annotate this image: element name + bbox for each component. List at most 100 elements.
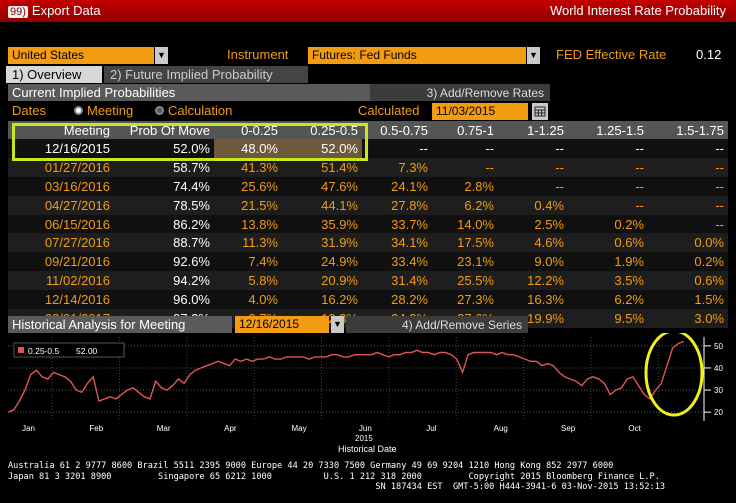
table-cell: 3.0%	[648, 309, 728, 328]
table-cell: 14.0%	[432, 214, 498, 234]
footer-line-2: Japan 81 3 3201 8900 Singapore 65 6212 1…	[8, 471, 660, 482]
table-cell: 74.4%	[114, 176, 214, 196]
table-cell: 12/14/2016	[8, 290, 114, 310]
table-cell: 4.6%	[498, 233, 568, 253]
table-cell: 25.6%	[214, 176, 282, 196]
table-cell: 03/16/2016	[8, 176, 114, 196]
function-code: 99)	[8, 6, 28, 18]
meeting-date-select[interactable]: 12/16/2015	[235, 316, 329, 333]
table-cell: --	[568, 176, 648, 196]
legend-value: 52.00	[76, 346, 98, 356]
table-row[interactable]: 06/15/2016 86.2% 13.8% 35.9% 33.7% 14.0% 2.5% 0…	[8, 214, 728, 234]
table-cell: --	[362, 139, 432, 158]
table-cell: 3.5%	[568, 271, 648, 291]
add-remove-series-button[interactable]: 4) Add/Remove Series	[346, 316, 528, 333]
table-cell: 0.6%	[568, 233, 648, 253]
table-cell: 44.1%	[282, 195, 362, 215]
calculated-date-input[interactable]: 11/03/2015	[432, 103, 528, 120]
legend-swatch	[18, 347, 24, 353]
chevron-down-icon[interactable]: ▼	[331, 316, 344, 333]
table-cell: 0.2%	[568, 214, 648, 234]
table-cell: 13.8%	[214, 214, 282, 234]
table-cell: 92.6%	[114, 252, 214, 272]
table-cell: 86.2%	[114, 214, 214, 234]
y-tick-label: 30	[714, 386, 723, 395]
table-cell: --	[568, 139, 648, 158]
table-cell: 6.2%	[432, 195, 498, 215]
table-cell: --	[432, 139, 498, 158]
table-row[interactable]: 07/27/2016 88.7% 11.3% 31.9% 34.1% 17.5% 4.6% 0…	[8, 233, 728, 253]
table-cell: 4.0%	[214, 290, 282, 310]
section-title-current: Current Implied Probabilities	[8, 84, 370, 101]
table-cell: 23.1%	[432, 252, 498, 272]
table-cell: 35.9%	[282, 214, 362, 234]
x-tick-label: Jun	[359, 424, 372, 433]
instrument-label: Instrument	[227, 47, 289, 62]
table-cell: --	[498, 157, 568, 177]
calculated-label: Calculated	[358, 103, 420, 118]
table-cell: 9.5%	[568, 309, 648, 328]
table-cell: 96.0%	[114, 290, 214, 310]
column-header[interactable]: 0.75-1	[432, 121, 498, 139]
table-cell: 0.6%	[648, 271, 728, 291]
table-row[interactable]: 11/02/2016 94.2% 5.8% 20.9% 31.4% 25.5% 12.2% 3…	[8, 271, 728, 291]
legend-label: 0.25-0.5	[28, 346, 59, 356]
country-select[interactable]: United States	[8, 47, 154, 64]
radio-calculation[interactable]	[155, 106, 164, 115]
column-header[interactable]: 1.5-1.75	[648, 121, 728, 139]
table-cell: 21.5%	[214, 195, 282, 215]
column-header[interactable]: 1-1.25	[498, 121, 568, 139]
y-tick-label: 50	[714, 342, 723, 351]
table-cell: 94.2%	[114, 271, 214, 291]
table-cell: --	[432, 157, 498, 177]
tab-future-implied-probability[interactable]: 2) Future Implied Probability	[104, 66, 308, 83]
chevron-down-icon[interactable]: ▼	[155, 47, 168, 64]
table-cell: --	[648, 195, 728, 215]
table-cell: 2.5%	[498, 214, 568, 234]
table-cell: 25.5%	[432, 271, 498, 291]
table-cell: 11.3%	[214, 233, 282, 253]
table-cell: --	[498, 176, 568, 196]
table-row[interactable]: 04/27/2016 78.5% 21.5% 44.1% 27.8% 6.2% 0.4% --…	[8, 195, 728, 215]
x-tick-label: Mar	[157, 424, 171, 433]
table-cell: 1.5%	[648, 290, 728, 310]
title-bar: 99) Export Data World Interest Rate Proba…	[0, 0, 736, 22]
table-row[interactable]: 03/16/2016 74.4% 25.6% 47.6% 24.1% 2.8% -- -- --	[8, 176, 728, 196]
x-tick-label: Aug	[494, 424, 508, 433]
export-data-label: Export Data	[31, 3, 101, 18]
table-cell: 09/21/2016	[8, 252, 114, 272]
instrument-select[interactable]: Futures: Fed Funds	[308, 47, 526, 64]
y-tick-label: 40	[714, 364, 723, 373]
table-cell: 24.1%	[362, 176, 432, 196]
calendar-icon[interactable]	[532, 103, 548, 120]
table-cell: --	[648, 214, 728, 234]
add-remove-rates-button[interactable]: 3) Add/Remove Rates	[370, 84, 550, 101]
y-tick-label: 20	[714, 408, 723, 417]
x-year-label: 2015	[355, 434, 373, 443]
table-cell: 7.3%	[362, 157, 432, 177]
x-tick-label: Feb	[89, 424, 103, 433]
table-cell: 12.2%	[498, 271, 568, 291]
tab-overview[interactable]: 1) Overview	[6, 66, 102, 83]
radio-meeting[interactable]	[74, 106, 83, 115]
table-cell: 5.8%	[214, 271, 282, 291]
table-cell: 24.9%	[282, 252, 362, 272]
table-row[interactable]: 12/14/2016 96.0% 4.0% 16.2% 28.2% 27.3% 16.3% 6…	[8, 290, 728, 310]
table-cell: --	[498, 139, 568, 158]
fed-rate-value: 0.12	[696, 47, 722, 62]
dates-label: Dates	[12, 103, 46, 118]
table-cell: 27.3%	[432, 290, 498, 310]
chevron-down-icon[interactable]: ▼	[527, 47, 540, 64]
column-header[interactable]: 1.25-1.5	[568, 121, 648, 139]
section-title-historical: Historical Analysis for Meeting	[8, 316, 232, 333]
table-cell: 20.9%	[282, 271, 362, 291]
x-tick-label: Jan	[22, 424, 35, 433]
table-cell: 11/02/2016	[8, 271, 114, 291]
table-cell: 7.4%	[214, 252, 282, 272]
table-cell: 33.7%	[362, 214, 432, 234]
table-row[interactable]: 09/21/2016 92.6% 7.4% 24.9% 33.4% 23.1% 9.0% 1.…	[8, 252, 728, 272]
export-data-button[interactable]: 99) Export Data	[8, 3, 101, 18]
table-cell: 88.7%	[114, 233, 214, 253]
table-cell: 2.8%	[432, 176, 498, 196]
column-header[interactable]: 0.5-0.75	[362, 121, 432, 139]
